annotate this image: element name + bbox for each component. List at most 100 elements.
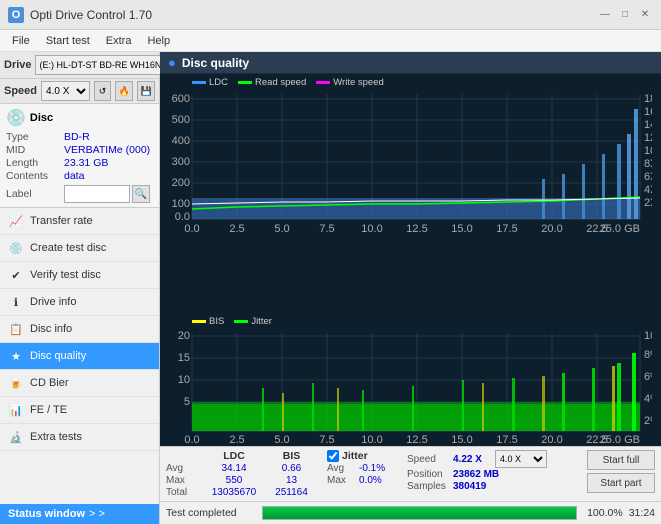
nav-extra-tests-label: Extra tests [30, 431, 82, 443]
disc-label-input[interactable] [64, 185, 130, 203]
chart-header-title: Disc quality [182, 56, 249, 70]
legend-read-speed: Read speed [238, 77, 306, 88]
svg-text:5: 5 [184, 396, 190, 408]
stats-empty-cell [166, 450, 204, 462]
nav-extra-tests[interactable]: 🔬 Extra tests [0, 424, 159, 451]
speed-label: Speed [4, 85, 37, 97]
nav-items: 📈 Transfer rate 💿 Create test disc ✔ Ver… [0, 208, 159, 504]
nav-cd-bier-label: CD Bier [30, 377, 69, 389]
nav-fe-te[interactable]: 📊 FE / TE [0, 397, 159, 424]
left-panel: Drive (E:) HL-DT-ST BD-RE WH16NS58 TST4 … [0, 52, 160, 524]
drive-info-icon: ℹ [8, 294, 24, 310]
jitter-avg-label: Avg [327, 463, 355, 474]
svg-text:2.5: 2.5 [229, 223, 244, 234]
nav-cd-bier[interactable]: 🍺 CD Bier [0, 370, 159, 397]
legend-jitter: Jitter [234, 316, 272, 327]
main-layout: Drive (E:) HL-DT-ST BD-RE WH16NS58 TST4 … [0, 52, 661, 524]
bottom-chart-area: BIS Jitter [160, 313, 661, 446]
svg-text:0.0: 0.0 [175, 211, 190, 223]
svg-text:20: 20 [178, 330, 190, 342]
maximize-button[interactable]: □ [617, 7, 633, 23]
nav-create-test-disc-label: Create test disc [30, 242, 106, 254]
disc-contents-label: Contents [6, 170, 64, 182]
progress-bar-container [262, 506, 577, 520]
position-row: Position 23862 MB [407, 469, 579, 480]
menubar: File Start test Extra Help [0, 30, 661, 52]
svg-text:0.0: 0.0 [184, 223, 199, 234]
svg-text:10: 10 [178, 374, 190, 386]
burn-button[interactable]: 🔥 [115, 81, 133, 101]
jitter-avg-value: -0.1% [359, 463, 399, 474]
svg-text:4%: 4% [644, 393, 652, 405]
menu-start-test[interactable]: Start test [38, 33, 98, 49]
start-part-button[interactable]: Start part [587, 473, 655, 493]
svg-text:7.5: 7.5 [319, 223, 334, 234]
legend-write-speed-label: Write speed [333, 77, 384, 88]
disc-icon: 💿 [6, 108, 26, 128]
start-full-button[interactable]: Start full [587, 450, 655, 470]
stats-header-row: LDC BIS [166, 450, 319, 462]
disc-type-row: Type BD-R [6, 131, 153, 143]
minimize-button[interactable]: — [597, 7, 613, 23]
svg-text:0.0: 0.0 [184, 434, 199, 446]
bottom-chart-legend: BIS Jitter [162, 315, 659, 328]
legend-ldc: LDC [192, 77, 228, 88]
nav-verify-test-disc[interactable]: ✔ Verify test disc [0, 262, 159, 289]
avg-label: Avg [166, 463, 204, 474]
svg-text:100: 100 [172, 198, 190, 210]
stats-max-row: Max 550 13 [166, 475, 319, 486]
svg-text:2.5: 2.5 [229, 434, 244, 446]
disc-quality-icon: ★ [8, 348, 24, 364]
disc-label-search-button[interactable]: 🔍 [132, 185, 150, 203]
drive-label: Drive [4, 59, 32, 71]
total-label: Total [166, 487, 204, 498]
status-window[interactable]: Status window > > [0, 504, 159, 524]
chart-header-icon: ● [168, 55, 176, 70]
progress-percent: 100.0% [583, 507, 623, 519]
svg-text:400: 400 [172, 135, 190, 147]
nav-transfer-rate-label: Transfer rate [30, 215, 93, 227]
refresh-speed-button[interactable]: ↺ [94, 81, 112, 101]
jitter-color [234, 320, 248, 323]
disc-mid-row: MID VERBATIMe (000) [6, 144, 153, 156]
speed-stats-select[interactable]: 4.0 X [495, 450, 547, 468]
svg-text:5.0: 5.0 [274, 223, 289, 234]
menu-extra[interactable]: Extra [98, 33, 140, 49]
nav-create-test-disc[interactable]: 💿 Create test disc [0, 235, 159, 262]
svg-text:15.0: 15.0 [451, 223, 472, 234]
nav-disc-info[interactable]: 📋 Disc info [0, 316, 159, 343]
nav-drive-info[interactable]: ℹ Drive info [0, 289, 159, 316]
max-label: Max [166, 475, 204, 486]
nav-transfer-rate[interactable]: 📈 Transfer rate [0, 208, 159, 235]
nav-drive-info-label: Drive info [30, 296, 76, 308]
nav-disc-quality-label: Disc quality [30, 350, 86, 362]
svg-text:20.0: 20.0 [541, 434, 562, 446]
svg-text:25.0 GB: 25.0 GB [600, 434, 640, 446]
svg-text:16X: 16X [644, 106, 652, 118]
drive-row: Drive (E:) HL-DT-ST BD-RE WH16NS58 TST4 … [0, 52, 159, 79]
close-button[interactable]: ✕ [637, 7, 653, 23]
jitter-checkbox[interactable] [327, 450, 339, 462]
legend-read-speed-label: Read speed [255, 77, 306, 88]
svg-text:14X: 14X [644, 119, 652, 131]
disc-contents-row: Contents data [6, 170, 153, 182]
menu-help[interactable]: Help [139, 33, 178, 49]
right-panel: ● Disc quality LDC Read speed Write spee… [160, 52, 661, 524]
speed-select[interactable]: 4.0 X [41, 81, 90, 101]
chart-header: ● Disc quality [160, 52, 661, 74]
svg-text:10.0: 10.0 [361, 223, 382, 234]
disc-contents-value: data [64, 170, 84, 182]
stats-area: LDC BIS Avg 34.14 0.66 Max 550 13 Total … [160, 446, 661, 501]
position-label: Position [407, 469, 449, 480]
nav-disc-quality[interactable]: ★ Disc quality [0, 343, 159, 370]
save-button[interactable]: 💾 [137, 81, 155, 101]
menu-file[interactable]: File [4, 33, 38, 49]
disc-mid-label: MID [6, 144, 64, 156]
svg-text:25.0 GB: 25.0 GB [600, 223, 640, 234]
svg-text:600: 600 [172, 93, 190, 105]
progress-status-label: Test completed [166, 507, 256, 519]
jitter-checkbox-row: Jitter [327, 450, 399, 462]
disc-length-label: Length [6, 157, 64, 169]
top-chart-legend: LDC Read speed Write speed [162, 76, 659, 89]
total-ldc-value: 13035670 [204, 487, 264, 498]
